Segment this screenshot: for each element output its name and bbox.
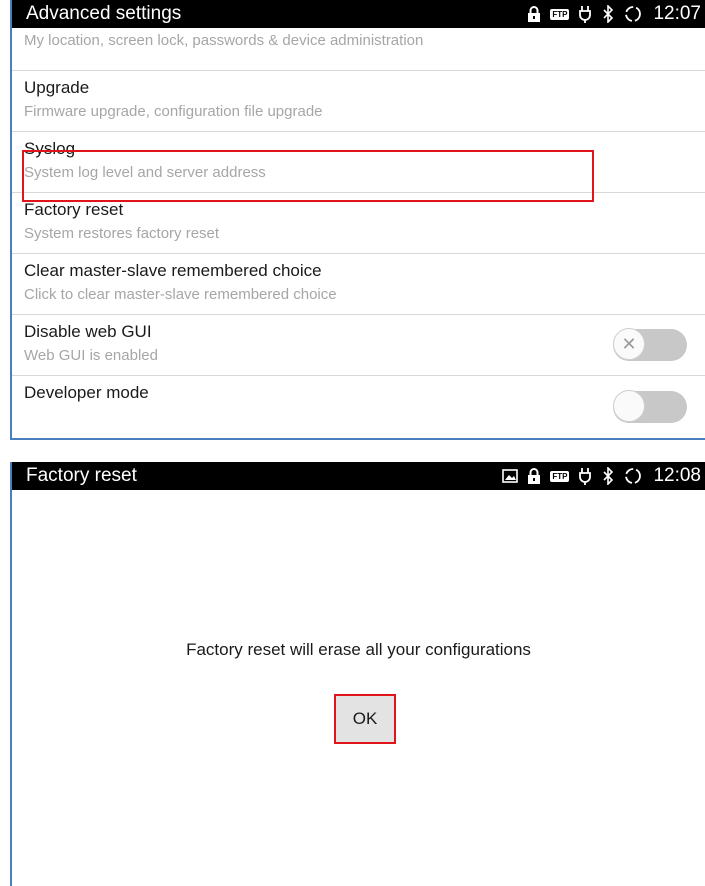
settings-list: My location, screen lock, passwords & de… bbox=[12, 28, 705, 423]
item-subtitle: Firmware upgrade, configuration file upg… bbox=[24, 103, 323, 120]
syslog-highlight-box bbox=[22, 150, 594, 202]
item-title: Developer mode bbox=[24, 383, 149, 402]
list-item-factory-reset[interactable]: Factory reset System restores factory re… bbox=[12, 193, 705, 254]
item-title: Factory reset bbox=[24, 200, 124, 219]
item-subtitle: Click to clear master-slave remembered c… bbox=[24, 286, 337, 303]
usb-icon bbox=[577, 467, 593, 485]
item-subtitle: My location, screen lock, passwords & de… bbox=[24, 32, 424, 49]
status-bar: Advanced settings FTP 12:07 bbox=[12, 0, 705, 28]
item-subtitle: Web GUI is enabled bbox=[24, 347, 158, 364]
screen-title: Factory reset bbox=[26, 465, 137, 486]
sync-icon bbox=[623, 4, 643, 24]
clock: 12:08 bbox=[653, 465, 701, 486]
factory-reset-message: Factory reset will erase all your config… bbox=[186, 640, 531, 659]
developer-mode-toggle[interactable] bbox=[613, 390, 687, 423]
ok-button[interactable]: OK bbox=[334, 694, 396, 744]
lock-icon bbox=[526, 6, 542, 22]
web-gui-toggle[interactable]: ✕ bbox=[613, 328, 687, 361]
advanced-settings-screen: Advanced settings FTP 12:07 My location,… bbox=[10, 0, 705, 440]
sync-icon bbox=[623, 466, 643, 486]
usb-icon bbox=[577, 5, 593, 23]
image-icon bbox=[502, 468, 519, 484]
list-item-security[interactable]: My location, screen lock, passwords & de… bbox=[12, 28, 705, 71]
screen-title: Advanced settings bbox=[26, 3, 182, 24]
item-title: Upgrade bbox=[24, 78, 90, 97]
ftp-icon: FTP bbox=[550, 8, 570, 20]
list-item-developer-mode[interactable]: Developer mode bbox=[12, 376, 705, 423]
list-item-clear-master-slave[interactable]: Clear master-slave remembered choice Cli… bbox=[12, 254, 705, 315]
status-bar: Factory reset FTP 12:08 bbox=[12, 462, 705, 490]
list-item-disable-web-gui[interactable]: Disable web GUI Web GUI is enabled ✕ bbox=[12, 315, 705, 376]
list-item-upgrade[interactable]: Upgrade Firmware upgrade, configuration … bbox=[12, 71, 705, 132]
close-icon: ✕ bbox=[613, 328, 645, 360]
toggle-knob bbox=[613, 390, 645, 422]
item-title: Disable web GUI bbox=[24, 322, 152, 341]
status-icons: FTP 12:07 bbox=[526, 3, 705, 25]
bluetooth-icon bbox=[601, 467, 615, 485]
clock: 12:07 bbox=[653, 3, 701, 24]
ftp-icon: FTP bbox=[550, 470, 570, 482]
factory-reset-screen: Factory reset FTP 12:08 Factory reset wi… bbox=[10, 462, 705, 886]
bluetooth-icon bbox=[601, 5, 615, 23]
item-subtitle: System restores factory reset bbox=[24, 225, 220, 242]
item-title: Clear master-slave remembered choice bbox=[24, 261, 322, 280]
status-icons: FTP 12:08 bbox=[502, 465, 705, 487]
lock-icon bbox=[526, 468, 542, 484]
